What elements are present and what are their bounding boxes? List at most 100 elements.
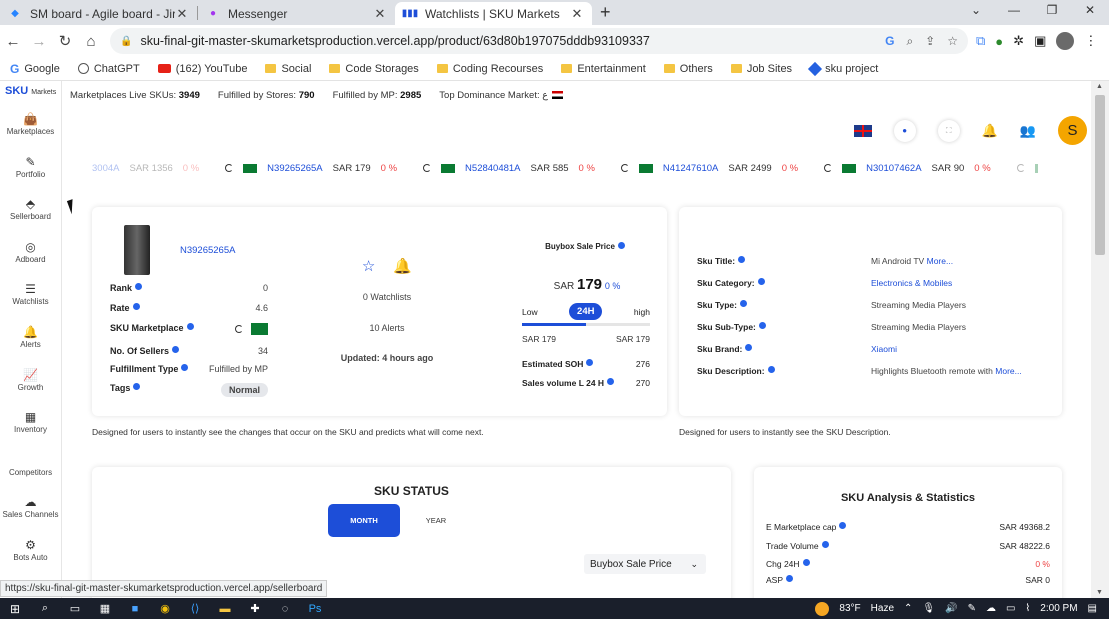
- info-icon[interactable]: [586, 359, 594, 366]
- sidebar-item-inventory[interactable]: ▦ Inventory: [14, 409, 47, 452]
- info-icon[interactable]: [607, 378, 615, 385]
- bookmark-job-sites[interactable]: Job Sites: [730, 63, 792, 75]
- info-icon[interactable]: [767, 366, 775, 373]
- star-icon[interactable]: ☆: [947, 34, 958, 49]
- translate-icon[interactable]: ⧉: [976, 33, 985, 49]
- notification-icon[interactable]: ▤: [1088, 603, 1097, 614]
- chrome-icon[interactable]: ◉: [150, 602, 180, 615]
- info-icon[interactable]: [821, 541, 829, 548]
- info-icon[interactable]: [132, 303, 140, 310]
- sidebar-item-sellerboard[interactable]: ⬘ Sellerboard: [10, 196, 51, 239]
- wifi-icon[interactable]: ⌇: [1025, 603, 1030, 614]
- tab-watchlists[interactable]: ▮▮▮ Watchlists | SKU Markets ✕: [395, 2, 592, 25]
- new-tab-button[interactable]: +: [600, 2, 611, 23]
- ticker-item[interactable]: N41247610A SAR 2499 0 %: [620, 163, 798, 174]
- app-icon[interactable]: ■: [120, 603, 150, 615]
- bookmark-coding[interactable]: Coding Recourses: [436, 63, 543, 75]
- ticker-item[interactable]: N39265265A SAR 179 0 %: [225, 163, 397, 174]
- sidebar-item-sales-channels[interactable]: ☁ Sales Channels: [2, 494, 58, 537]
- menu-icon[interactable]: ⋮: [1084, 33, 1097, 49]
- category-link[interactable]: Electronics & Mobiles: [871, 278, 952, 288]
- bookmark-sku-project[interactable]: sku project: [807, 61, 878, 76]
- ticker-item[interactable]: N30107462A SAR 90 0 %: [824, 163, 991, 174]
- product-code-link[interactable]: N39265265A: [180, 245, 235, 256]
- sidebar-item-bots-auto[interactable]: ⚙ Bots Auto: [13, 537, 47, 580]
- profile-avatar[interactable]: [1056, 32, 1075, 50]
- info-icon[interactable]: [839, 522, 847, 529]
- info-icon[interactable]: [802, 559, 810, 566]
- sidebar-item-watchlists[interactable]: ☰ Watchlists: [12, 281, 48, 324]
- extension-globe-icon[interactable]: ●: [995, 34, 1003, 49]
- url-field[interactable]: 🔒 sku-final-git-master-skumarketsproduct…: [110, 28, 968, 54]
- sidebar-item-alerts[interactable]: 🔔 Alerts: [20, 324, 40, 367]
- ticker-item[interactable]: 3004A SAR 1356 0 %: [92, 163, 199, 174]
- pen-icon[interactable]: ✎: [968, 603, 976, 614]
- brand-logo[interactable]: SKU Markets: [0, 81, 61, 97]
- close-icon[interactable]: ✕: [570, 6, 584, 22]
- chevron-up-icon[interactable]: ⌃: [904, 603, 912, 614]
- info-icon[interactable]: [181, 364, 189, 371]
- close-icon[interactable]: ✕: [175, 6, 189, 22]
- close-window-icon[interactable]: ✕: [1071, 0, 1109, 22]
- bookmark-entertainment[interactable]: Entertainment: [561, 63, 646, 75]
- app-icon[interactable]: ✚: [240, 602, 270, 615]
- info-icon[interactable]: [135, 283, 143, 290]
- chevron-down-icon[interactable]: ⌄: [957, 0, 995, 22]
- network-icon[interactable]: ▭: [1006, 603, 1015, 614]
- page-scrollbar[interactable]: ▲ ▼: [1091, 81, 1109, 598]
- share-icon[interactable]: ⇪: [925, 34, 935, 49]
- year-button[interactable]: YEAR: [400, 504, 472, 537]
- ticker-item[interactable]: N52840481A SAR 585 0 %: [423, 163, 595, 174]
- scroll-down-icon[interactable]: ▼: [1096, 589, 1103, 596]
- file-explorer-icon[interactable]: ▬: [210, 603, 240, 615]
- info-icon[interactable]: [758, 322, 766, 329]
- user-avatar[interactable]: S: [1058, 116, 1087, 145]
- volume-icon[interactable]: 🔊: [945, 603, 957, 614]
- tab-messenger[interactable]: ● Messenger ✕: [198, 2, 395, 25]
- bookmark-chatgpt[interactable]: ChatGPT: [77, 63, 140, 75]
- period-pill[interactable]: 24H: [569, 303, 603, 320]
- info-icon[interactable]: [133, 383, 141, 390]
- reload-icon[interactable]: ↻: [52, 32, 78, 50]
- back-icon[interactable]: ←: [0, 33, 26, 50]
- windows-start-icon[interactable]: ⊞: [0, 602, 30, 616]
- google-g-icon[interactable]: G: [885, 34, 894, 49]
- minimize-icon[interactable]: —: [995, 0, 1033, 22]
- search-icon[interactable]: ⌕: [30, 602, 60, 615]
- month-button[interactable]: MONTH: [328, 504, 400, 537]
- home-icon[interactable]: ⌂: [78, 33, 104, 50]
- uk-flag-icon[interactable]: [853, 124, 872, 137]
- info-icon[interactable]: [738, 256, 746, 263]
- bell-icon[interactable]: 🔔: [393, 257, 412, 275]
- onedrive-icon[interactable]: ☁: [986, 603, 996, 614]
- bookmark-others[interactable]: Others: [663, 63, 713, 75]
- info-icon[interactable]: [745, 344, 753, 351]
- info-icon[interactable]: [786, 575, 794, 582]
- close-icon[interactable]: ✕: [373, 6, 387, 22]
- mic-icon[interactable]: 🎙: [922, 603, 935, 614]
- bell-icon[interactable]: 🔔: [982, 123, 998, 139]
- store-icon[interactable]: ▦: [90, 602, 120, 615]
- sidepanel-icon[interactable]: ▣: [1034, 33, 1046, 49]
- tab-jira[interactable]: ◆ SM board - Agile board - Jira ✕: [0, 2, 197, 25]
- forward-icon[interactable]: →: [26, 33, 52, 50]
- app-icon[interactable]: ◌: [270, 603, 300, 615]
- scroll-thumb[interactable]: [1095, 95, 1105, 255]
- info-icon[interactable]: [172, 346, 180, 353]
- ticker-item[interactable]: [1016, 163, 1038, 173]
- theme-toggle-icon[interactable]: ●: [894, 120, 916, 142]
- metric-select[interactable]: Buybox Sale Price ⌄: [584, 554, 706, 574]
- brand-link[interactable]: Xiaomi: [871, 344, 897, 354]
- sidebar-item-marketplaces[interactable]: 👜 Marketplaces: [7, 111, 55, 154]
- photoshop-icon[interactable]: Ps: [300, 603, 330, 615]
- info-icon[interactable]: [757, 278, 765, 285]
- sidebar-item-competitors[interactable]: Competitors: [9, 452, 52, 495]
- info-icon[interactable]: [740, 300, 747, 307]
- scroll-up-icon[interactable]: ▲: [1096, 83, 1103, 90]
- more-link[interactable]: More...: [995, 366, 1021, 376]
- bookmark-google[interactable]: G Google: [10, 62, 60, 76]
- sidebar-item-portfolio[interactable]: ✎ Portfolio: [16, 154, 45, 197]
- task-view-icon[interactable]: ▭: [60, 602, 90, 615]
- clock[interactable]: 2:00 PM: [1040, 603, 1077, 614]
- info-icon[interactable]: [617, 242, 625, 249]
